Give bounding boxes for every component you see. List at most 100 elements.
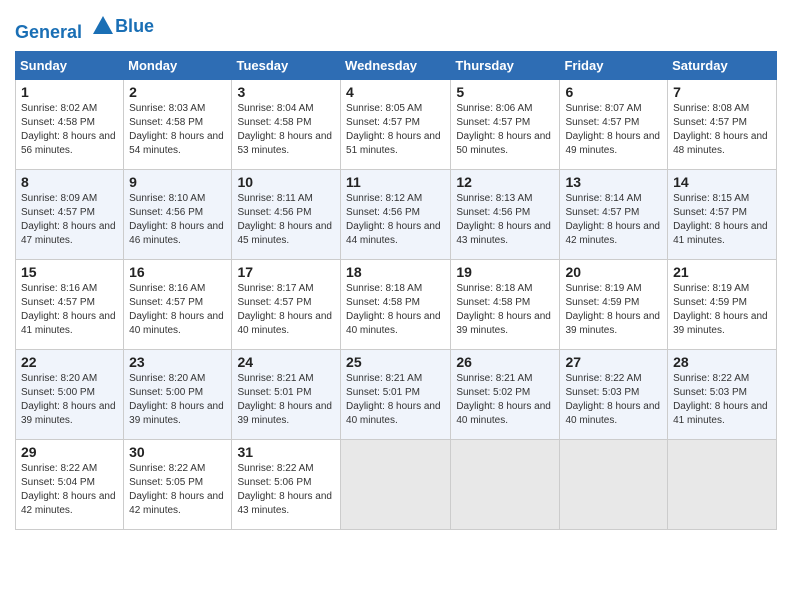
day-info: Sunrise: 8:18 AM Sunset: 4:58 PM Dayligh… <box>346 282 445 338</box>
day-cell: 18 Sunrise: 8:18 AM Sunset: 4:58 PM Dayl… <box>341 259 451 349</box>
day-cell: 26 Sunrise: 8:21 AM Sunset: 5:02 PM Dayl… <box>451 349 560 439</box>
day-info: Sunrise: 8:14 AM Sunset: 4:57 PM Dayligh… <box>565 192 662 248</box>
day-number: 7 <box>673 84 771 100</box>
day-number: 23 <box>129 354 226 370</box>
day-cell: 7 Sunrise: 8:08 AM Sunset: 4:57 PM Dayli… <box>668 79 777 169</box>
day-number: 13 <box>565 174 662 190</box>
day-info: Sunrise: 8:19 AM Sunset: 4:59 PM Dayligh… <box>673 282 771 338</box>
day-cell: 17 Sunrise: 8:17 AM Sunset: 4:57 PM Dayl… <box>232 259 341 349</box>
day-cell: 31 Sunrise: 8:22 AM Sunset: 5:06 PM Dayl… <box>232 439 341 529</box>
day-cell: 1 Sunrise: 8:02 AM Sunset: 4:58 PM Dayli… <box>16 79 124 169</box>
day-cell <box>560 439 668 529</box>
day-header-tuesday: Tuesday <box>232 51 341 79</box>
day-info: Sunrise: 8:07 AM Sunset: 4:57 PM Dayligh… <box>565 102 662 158</box>
day-info: Sunrise: 8:22 AM Sunset: 5:03 PM Dayligh… <box>673 372 771 428</box>
day-info: Sunrise: 8:22 AM Sunset: 5:03 PM Dayligh… <box>565 372 662 428</box>
day-cell: 20 Sunrise: 8:19 AM Sunset: 4:59 PM Dayl… <box>560 259 668 349</box>
day-number: 31 <box>237 444 335 460</box>
calendar-table: SundayMondayTuesdayWednesdayThursdayFrid… <box>15 51 777 530</box>
day-cell: 5 Sunrise: 8:06 AM Sunset: 4:57 PM Dayli… <box>451 79 560 169</box>
day-cell: 4 Sunrise: 8:05 AM Sunset: 4:57 PM Dayli… <box>341 79 451 169</box>
day-number: 15 <box>21 264 118 280</box>
day-number: 12 <box>456 174 554 190</box>
day-header-friday: Friday <box>560 51 668 79</box>
day-cell: 8 Sunrise: 8:09 AM Sunset: 4:57 PM Dayli… <box>16 169 124 259</box>
day-number: 1 <box>21 84 118 100</box>
day-number: 6 <box>565 84 662 100</box>
day-cell <box>668 439 777 529</box>
day-info: Sunrise: 8:15 AM Sunset: 4:57 PM Dayligh… <box>673 192 771 248</box>
day-info: Sunrise: 8:20 AM Sunset: 5:00 PM Dayligh… <box>129 372 226 428</box>
day-info: Sunrise: 8:05 AM Sunset: 4:57 PM Dayligh… <box>346 102 445 158</box>
day-header-thursday: Thursday <box>451 51 560 79</box>
day-cell: 15 Sunrise: 8:16 AM Sunset: 4:57 PM Dayl… <box>16 259 124 349</box>
day-info: Sunrise: 8:20 AM Sunset: 5:00 PM Dayligh… <box>21 372 118 428</box>
day-number: 11 <box>346 174 445 190</box>
day-cell: 13 Sunrise: 8:14 AM Sunset: 4:57 PM Dayl… <box>560 169 668 259</box>
day-info: Sunrise: 8:12 AM Sunset: 4:56 PM Dayligh… <box>346 192 445 248</box>
day-info: Sunrise: 8:08 AM Sunset: 4:57 PM Dayligh… <box>673 102 771 158</box>
week-row-3: 15 Sunrise: 8:16 AM Sunset: 4:57 PM Dayl… <box>16 259 777 349</box>
day-info: Sunrise: 8:10 AM Sunset: 4:56 PM Dayligh… <box>129 192 226 248</box>
logo-general: General <box>15 22 82 42</box>
day-number: 4 <box>346 84 445 100</box>
day-cell: 10 Sunrise: 8:11 AM Sunset: 4:56 PM Dayl… <box>232 169 341 259</box>
day-info: Sunrise: 8:09 AM Sunset: 4:57 PM Dayligh… <box>21 192 118 248</box>
logo-text: General <box>15 10 117 43</box>
day-number: 16 <box>129 264 226 280</box>
day-header-sunday: Sunday <box>16 51 124 79</box>
day-info: Sunrise: 8:03 AM Sunset: 4:58 PM Dayligh… <box>129 102 226 158</box>
day-info: Sunrise: 8:16 AM Sunset: 4:57 PM Dayligh… <box>21 282 118 338</box>
day-info: Sunrise: 8:13 AM Sunset: 4:56 PM Dayligh… <box>456 192 554 248</box>
day-info: Sunrise: 8:16 AM Sunset: 4:57 PM Dayligh… <box>129 282 226 338</box>
day-cell: 29 Sunrise: 8:22 AM Sunset: 5:04 PM Dayl… <box>16 439 124 529</box>
day-cell: 27 Sunrise: 8:22 AM Sunset: 5:03 PM Dayl… <box>560 349 668 439</box>
day-cell: 24 Sunrise: 8:21 AM Sunset: 5:01 PM Dayl… <box>232 349 341 439</box>
day-header-monday: Monday <box>124 51 232 79</box>
day-cell: 30 Sunrise: 8:22 AM Sunset: 5:05 PM Dayl… <box>124 439 232 529</box>
day-number: 20 <box>565 264 662 280</box>
week-row-4: 22 Sunrise: 8:20 AM Sunset: 5:00 PM Dayl… <box>16 349 777 439</box>
day-number: 21 <box>673 264 771 280</box>
day-info: Sunrise: 8:06 AM Sunset: 4:57 PM Dayligh… <box>456 102 554 158</box>
week-row-2: 8 Sunrise: 8:09 AM Sunset: 4:57 PM Dayli… <box>16 169 777 259</box>
day-info: Sunrise: 8:21 AM Sunset: 5:01 PM Dayligh… <box>237 372 335 428</box>
day-cell <box>341 439 451 529</box>
day-number: 5 <box>456 84 554 100</box>
day-cell: 22 Sunrise: 8:20 AM Sunset: 5:00 PM Dayl… <box>16 349 124 439</box>
day-number: 22 <box>21 354 118 370</box>
day-info: Sunrise: 8:17 AM Sunset: 4:57 PM Dayligh… <box>237 282 335 338</box>
day-header-saturday: Saturday <box>668 51 777 79</box>
day-number: 24 <box>237 354 335 370</box>
day-number: 17 <box>237 264 335 280</box>
day-number: 25 <box>346 354 445 370</box>
day-number: 8 <box>21 174 118 190</box>
day-cell: 19 Sunrise: 8:18 AM Sunset: 4:58 PM Dayl… <box>451 259 560 349</box>
day-number: 30 <box>129 444 226 460</box>
calendar-header-row: SundayMondayTuesdayWednesdayThursdayFrid… <box>16 51 777 79</box>
day-cell: 6 Sunrise: 8:07 AM Sunset: 4:57 PM Dayli… <box>560 79 668 169</box>
day-info: Sunrise: 8:11 AM Sunset: 4:56 PM Dayligh… <box>237 192 335 248</box>
day-cell: 16 Sunrise: 8:16 AM Sunset: 4:57 PM Dayl… <box>124 259 232 349</box>
logo-icon <box>89 10 117 38</box>
day-info: Sunrise: 8:02 AM Sunset: 4:58 PM Dayligh… <box>21 102 118 158</box>
day-number: 2 <box>129 84 226 100</box>
day-header-wednesday: Wednesday <box>341 51 451 79</box>
day-info: Sunrise: 8:18 AM Sunset: 4:58 PM Dayligh… <box>456 282 554 338</box>
week-row-1: 1 Sunrise: 8:02 AM Sunset: 4:58 PM Dayli… <box>16 79 777 169</box>
day-cell: 2 Sunrise: 8:03 AM Sunset: 4:58 PM Dayli… <box>124 79 232 169</box>
day-info: Sunrise: 8:19 AM Sunset: 4:59 PM Dayligh… <box>565 282 662 338</box>
day-info: Sunrise: 8:21 AM Sunset: 5:02 PM Dayligh… <box>456 372 554 428</box>
day-info: Sunrise: 8:22 AM Sunset: 5:05 PM Dayligh… <box>129 462 226 518</box>
day-number: 18 <box>346 264 445 280</box>
day-cell: 9 Sunrise: 8:10 AM Sunset: 4:56 PM Dayli… <box>124 169 232 259</box>
day-cell <box>451 439 560 529</box>
day-number: 29 <box>21 444 118 460</box>
day-cell: 23 Sunrise: 8:20 AM Sunset: 5:00 PM Dayl… <box>124 349 232 439</box>
day-number: 26 <box>456 354 554 370</box>
page: General Blue SundayMondayTuesdayWednesda… <box>0 0 792 545</box>
day-number: 3 <box>237 84 335 100</box>
logo: General Blue <box>15 10 154 43</box>
logo-blue: Blue <box>115 17 154 37</box>
day-cell: 28 Sunrise: 8:22 AM Sunset: 5:03 PM Dayl… <box>668 349 777 439</box>
